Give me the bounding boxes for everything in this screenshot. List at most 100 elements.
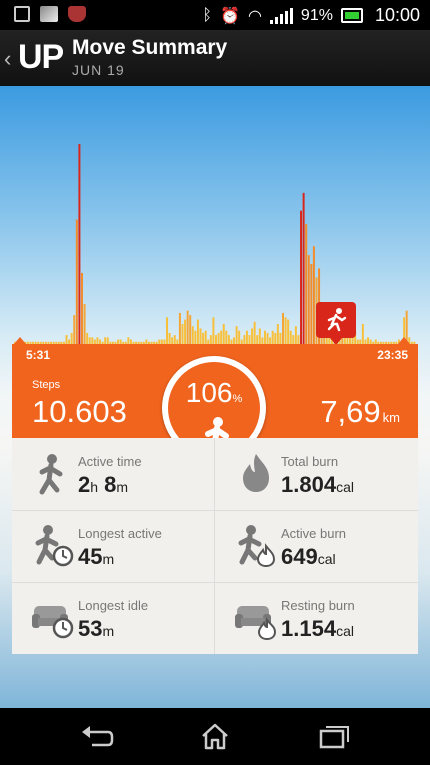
activity-bar — [178, 312, 181, 344]
activity-bar — [266, 332, 269, 344]
activity-bar — [312, 246, 315, 344]
stat-resting-burn[interactable]: Resting burn 1.154cal — [215, 582, 415, 654]
activity-bar — [310, 264, 313, 344]
alarm-icon: ⏰ — [220, 7, 240, 25]
activity-bar — [217, 332, 220, 344]
stat-active-burn[interactable]: Active burn 649cal — [215, 510, 415, 582]
activity-bar — [222, 324, 225, 344]
bluetooth-icon: ᛒ — [202, 6, 213, 24]
activity-chart — [14, 144, 416, 344]
activity-bar — [215, 335, 217, 344]
activity-bar — [194, 330, 197, 344]
activity-bar — [75, 219, 78, 344]
stat-value: 2h 8m — [78, 472, 129, 497]
up-logo[interactable]: UP — [18, 38, 64, 77]
activity-bar — [253, 321, 256, 344]
activity-bar — [81, 272, 83, 344]
activity-bar — [227, 335, 230, 344]
activity-bar — [287, 319, 290, 344]
end-time: 23:35 — [377, 348, 408, 362]
activity-bar — [289, 330, 292, 344]
stat-total-burn[interactable]: Total burn 1.804cal — [215, 438, 415, 510]
activity-bar — [212, 317, 215, 344]
activity-bar — [168, 332, 171, 344]
activity-bar — [300, 210, 303, 344]
activity-bar — [186, 310, 189, 344]
activity-bar — [191, 326, 194, 344]
flame-icon — [243, 454, 269, 492]
activity-bar — [73, 315, 76, 344]
distance-value: 7,69 — [320, 394, 381, 429]
activity-bar — [292, 335, 295, 344]
stat-value: 649cal — [281, 544, 336, 569]
wifi-icon: ◠ — [247, 7, 262, 25]
activity-bar — [405, 310, 408, 344]
start-time: 5:31 — [26, 348, 51, 362]
app-header: ‹ UP Move Summary JUN 19 — [0, 30, 430, 86]
activity-bar — [263, 330, 266, 344]
stat-label: Active burn — [281, 526, 347, 541]
activity-bar — [251, 328, 254, 344]
signal-icon — [269, 7, 293, 24]
recent-apps-icon[interactable] — [314, 720, 354, 752]
page-date: JUN 19 — [72, 62, 125, 78]
activity-bar — [220, 330, 223, 344]
activity-bar — [127, 337, 130, 344]
back-chevron-icon[interactable]: ‹ — [4, 46, 11, 72]
activity-bar — [274, 332, 277, 344]
activity-bar — [269, 337, 272, 344]
battery-icon — [340, 8, 363, 23]
activity-bar — [65, 335, 68, 344]
stat-longest-idle[interactable]: Longest idle 53m — [12, 582, 212, 654]
activity-bar — [209, 335, 212, 344]
stat-active-time[interactable]: Active time 2h 8m — [12, 438, 212, 510]
range-notch — [14, 337, 26, 344]
activity-bar — [88, 337, 91, 344]
runner-icon — [327, 308, 347, 332]
stat-longest-active[interactable]: Longest active 45m — [12, 510, 212, 582]
stat-value: 45m — [78, 544, 115, 569]
activity-bar — [233, 337, 236, 344]
activity-bar — [96, 337, 99, 344]
activity-bar — [351, 337, 354, 344]
stat-value: 1.154cal — [281, 616, 354, 641]
activity-bar — [225, 330, 228, 344]
back-icon[interactable] — [78, 720, 118, 752]
activity-bar — [86, 332, 89, 344]
usb-debug-icon — [14, 6, 30, 22]
stat-value: 53m — [78, 616, 115, 641]
activity-bar — [202, 332, 205, 344]
stat-label: Resting burn — [281, 598, 355, 613]
active-burn-icon — [238, 525, 276, 568]
activity-bar — [297, 335, 300, 344]
activity-bar — [361, 324, 364, 344]
activity-bar — [367, 337, 370, 344]
activity-bar — [83, 304, 86, 344]
navigation-bar — [0, 708, 430, 765]
activity-bar — [199, 328, 202, 344]
steps-label: Steps — [32, 379, 61, 391]
page-title: Move Summary — [72, 36, 228, 59]
antivirus-icon — [68, 6, 86, 22]
activity-bar — [238, 330, 241, 344]
activity-bar — [258, 328, 261, 344]
stat-label: Active time — [78, 454, 142, 469]
activity-bar — [261, 337, 264, 344]
activity-bar — [302, 192, 305, 344]
activity-bar — [245, 330, 248, 344]
activity-bar — [294, 326, 297, 344]
activity-bar — [166, 317, 169, 344]
workout-marker[interactable] — [316, 302, 356, 345]
battery-percent: 91% — [300, 6, 333, 24]
activity-bar — [78, 144, 81, 344]
activity-bar — [248, 335, 251, 344]
activity-bar — [106, 337, 109, 344]
activity-bar — [173, 335, 176, 344]
home-icon[interactable] — [195, 720, 235, 752]
activity-bar — [271, 330, 274, 344]
activity-bar — [279, 332, 282, 344]
longest-active-icon — [35, 525, 74, 567]
activity-bar — [307, 255, 310, 344]
stat-value: 1.804cal — [281, 472, 354, 497]
activity-bar — [305, 224, 308, 344]
